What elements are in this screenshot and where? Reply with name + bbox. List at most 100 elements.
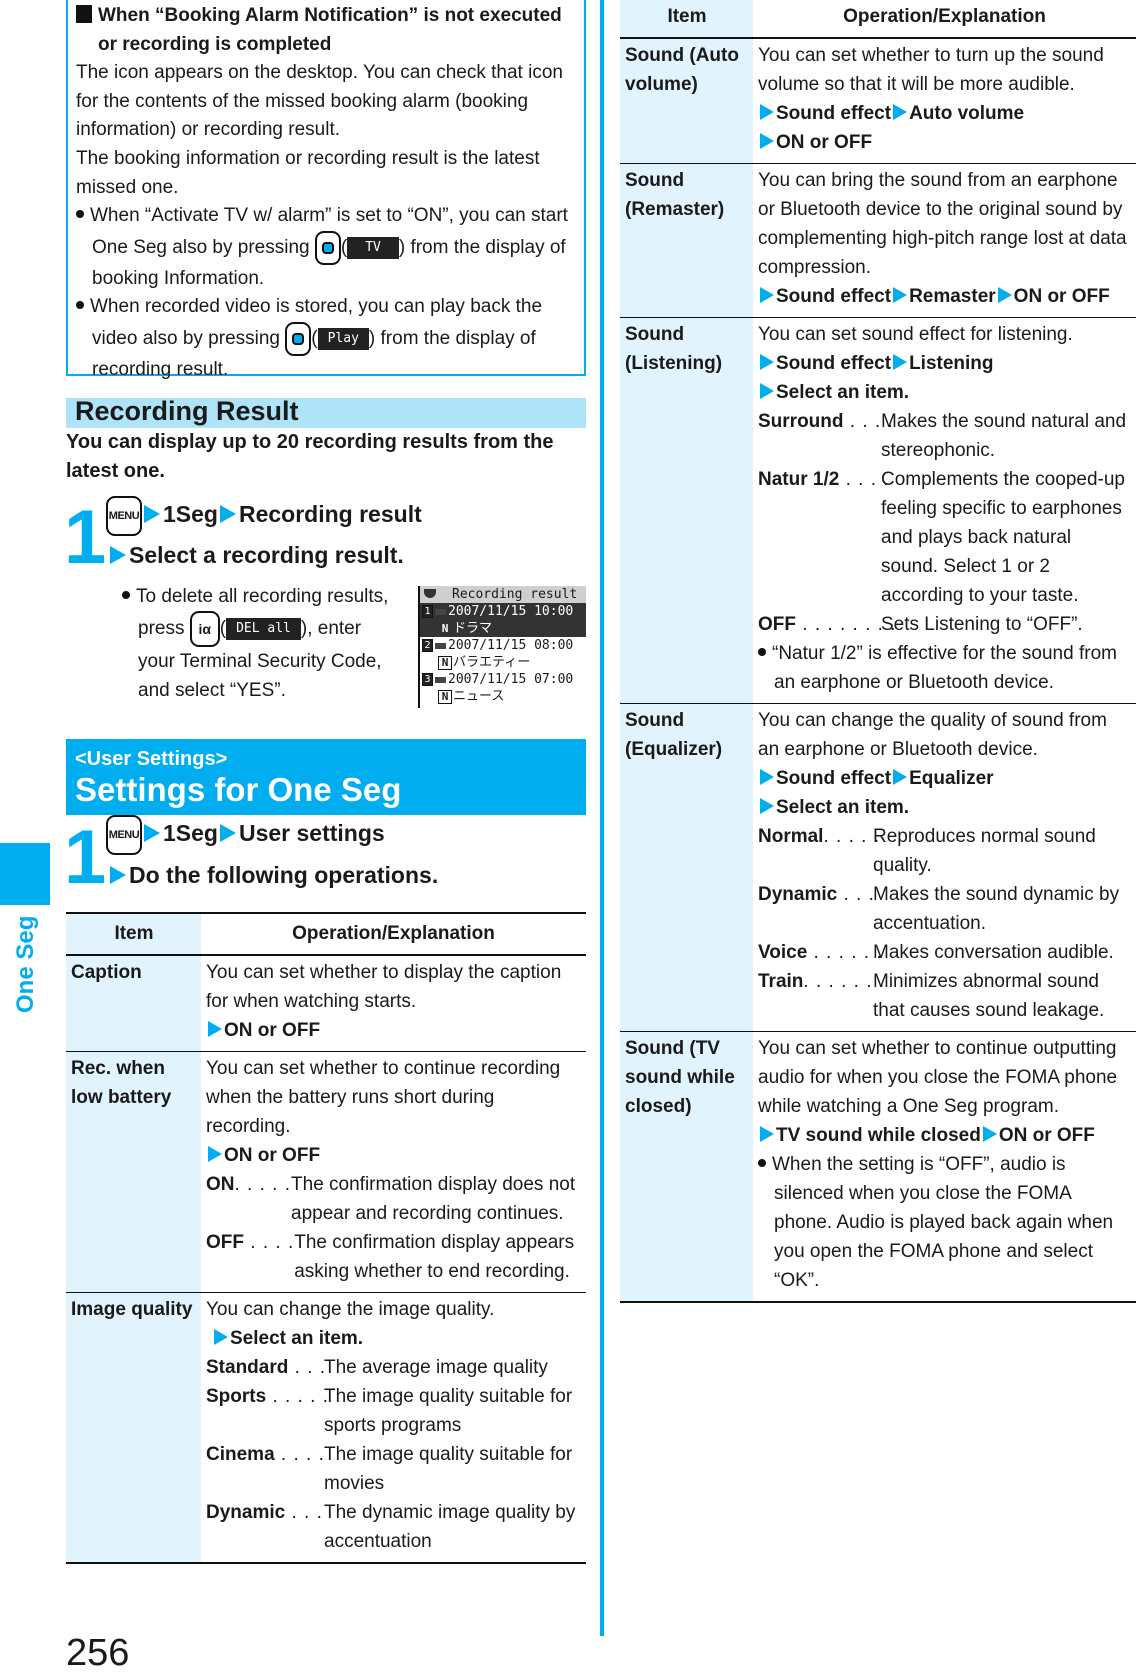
header-item: Item [66,913,201,955]
note-paragraph-2: The booking information or recording res… [76,147,540,198]
banner-title: Settings for One Seg [75,771,402,808]
header-operation: Operation/Explanation [292,923,495,944]
phone-list-item[interactable]: 2 2007/11/15 08:00 [420,637,586,654]
bullet-icon [122,591,130,599]
arrow-icon [760,133,774,149]
arrow-icon [214,1329,228,1345]
option-item: OFF . . . . . . . . Sets Listening to “OF… [758,614,1083,635]
note-title: When “Booking Alarm Notification” is not… [76,2,576,59]
step-path-line-2: Do the following operations. [108,857,438,893]
arrow-icon [760,769,774,785]
arrow-icon [760,354,774,370]
column-divider [600,0,604,1636]
row-note: When the setting is “OFF”, audio is sile… [758,1150,1132,1295]
recording-result-intro: You can display up to 20 recording resul… [66,431,554,482]
menu-key-icon: MENU [106,815,142,855]
table-row: Sound (Remaster) You can bring the sound… [620,163,1136,318]
header-item: Item [620,0,753,38]
option-item: OFF . . . . The confirmation display appe… [206,1232,575,1282]
row-item: Sound (Listening) [620,317,753,704]
arrow-icon [760,383,774,399]
phone-list-item[interactable]: 3 2007/11/15 07:00 [420,671,586,688]
step-path-line-1: MENU 1Seg User settings [106,815,385,855]
arrow-icon [760,1126,774,1142]
table-row: Sound (Equalizer) You can change the qua… [620,703,1136,1032]
table-row: Sound (Auto volume) You can set whether … [620,37,1136,164]
bullet-icon [76,210,84,219]
table-row: Sound (Listening) You can set sound effe… [620,317,1136,704]
header-operation: Operation/Explanation [843,6,1046,27]
step-number: 1 [64,815,107,900]
row-path: Select an item. [206,1324,582,1353]
row-path: Select an item. [758,793,1132,822]
row-item: Sound (Remaster) [620,163,753,318]
step-number: 1 [64,495,107,580]
option-item: Dynamic . . . Makes the sound dynamic by … [758,884,1120,934]
option-item: Voice . . . . . . Makes conversation audi… [758,942,1114,963]
table-header-row: Item Operation/Explanation [66,913,586,955]
settings-table-right: Item Operation/Explanation Sound (Auto v… [620,0,1136,1303]
n-badge-icon: N [438,655,452,670]
phone-screen-recording-result: Recording result 1 2007/11/15 10:00 N ドラマ … [418,586,586,708]
table-header-row: Item Operation/Explanation [620,0,1136,38]
row-item: Sound (Auto volume) [620,37,753,164]
row-desc: You can set sound effect for listening. [758,324,1073,345]
option-item: ON. . . . . The confirmation display does… [206,1174,576,1224]
table-row: Image quality You can change the image q… [66,1292,586,1563]
arrow-icon [144,505,160,524]
table-row: Sound (TV sound while closed) You can se… [620,1031,1136,1302]
n-badge-icon: N [438,689,452,704]
settings-table-left: Item Operation/Explanation Caption You c… [66,912,586,1564]
tv-icon [435,676,446,683]
i-alpha-key-icon: iα [189,611,220,647]
phone-list-item[interactable]: 1 2007/11/15 10:00 [420,603,586,620]
banner-subtitle: <User Settings> [75,748,228,770]
row-desc: You can set whether to continue outputti… [758,1038,1118,1117]
phone-list-item-program: N ドラマ [420,620,586,637]
arrow-icon [110,546,126,564]
row-item: Rec. when low battery [66,1051,201,1293]
row-note: “Natur 1/2” is effective for the sound f… [758,639,1132,697]
option-item: Sports . . . . . The image quality suita… [206,1386,573,1436]
tv-icon [424,589,436,598]
arrow-icon [219,505,236,524]
square-bullet-icon [76,5,92,23]
option-item: Dynamic . . . The dynamic image quality … [206,1502,576,1552]
row-desc: You can set whether to display the capti… [206,962,562,1012]
row-path: ON or OFF [206,1141,582,1170]
row-item: Sound (TV sound while closed) [620,1031,753,1302]
arrow-icon [893,104,908,120]
bullet-icon [758,1159,766,1167]
row-item: Sound (Equalizer) [620,703,753,1032]
arrow-icon [208,1146,222,1162]
note-box: When “Booking Alarm Notification” is not… [66,0,586,380]
arrow-icon [144,824,160,843]
arrow-icon [893,769,908,785]
option-item: Cinema . . . . The image quality suitabl… [206,1444,573,1494]
arrow-icon [982,1126,997,1142]
arrow-icon [208,1021,222,1037]
side-tab-label: One Seg [12,915,39,1013]
play-softkey: Play [317,327,369,350]
tv-softkey: TV [347,236,399,259]
option-item: Train. . . . . . . Minimizes abnormal sou… [758,971,1105,1021]
arrow-icon [997,287,1012,303]
section-header-recording-result: Recording Result [66,396,586,428]
tv-icon [435,642,446,649]
row-path: TV sound while closed ON or OFF [758,1121,1132,1150]
n-badge-icon: N [438,621,452,636]
row-path: Sound effect Equalizer [758,764,1132,793]
note-bullet-2: When recorded video is stored, you can p… [76,293,576,384]
note-paragraph-1: The icon appears on the desktop. You can… [76,62,563,141]
arrow-icon [219,824,236,843]
row-desc: You can set whether to continue recordin… [206,1058,561,1137]
phone-list-item-program: N バラエティー [420,654,586,671]
row-path: Sound effect Auto volume [758,99,1132,128]
row-path: Sound effect Listening [758,349,1132,378]
option-item: Standard . . . The average image quality [206,1357,548,1378]
arrow-icon [110,866,126,884]
menu-key-icon: MENU [106,496,142,536]
option-item: Surround . . . . Makes the sound natural … [758,411,1127,461]
tv-icon [435,608,446,615]
row-item: Caption [66,954,201,1052]
